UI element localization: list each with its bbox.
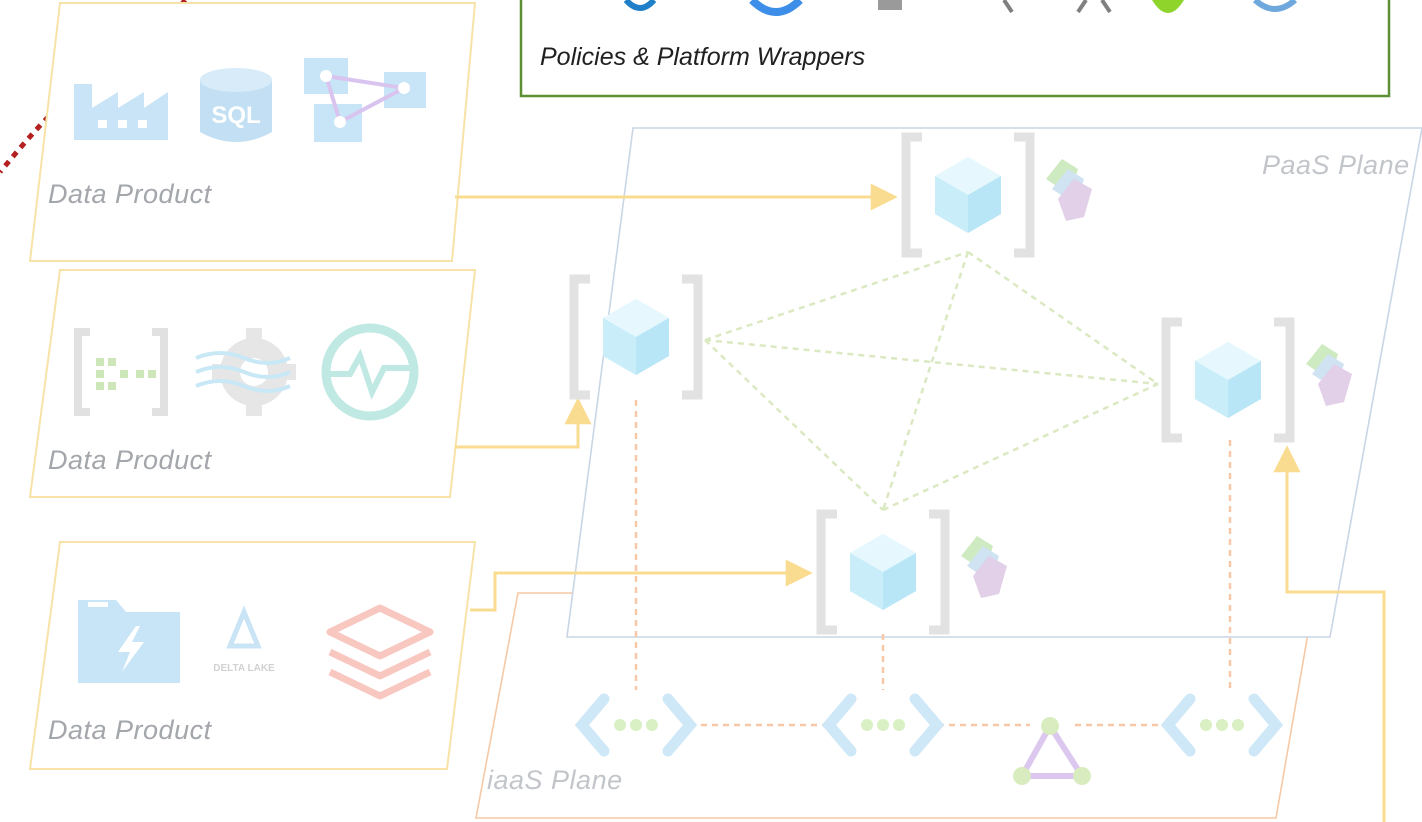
- data-product-label: Data Product: [48, 179, 212, 209]
- paas-plane-label: PaaS Plane: [1262, 150, 1410, 180]
- data-product-label: Data Product: [48, 715, 212, 745]
- data-lake-folder-icon: [78, 600, 180, 683]
- data-mesh-diagram: SQL DELTA LAKE: [0, 0, 1422, 822]
- policies-caption: Policies & Platform Wrappers: [540, 43, 866, 71]
- delta-lake-text: DELTA LAKE: [213, 663, 275, 674]
- cube-icon: [878, 0, 902, 10]
- iaas-plane-label: iaaS Plane: [487, 765, 623, 795]
- arrow-dp2-to-node-left: [455, 397, 592, 449]
- sql-database-icon: SQL: [200, 68, 272, 142]
- sql-text: SQL: [211, 102, 260, 129]
- data-product-label: Data Product: [48, 445, 212, 475]
